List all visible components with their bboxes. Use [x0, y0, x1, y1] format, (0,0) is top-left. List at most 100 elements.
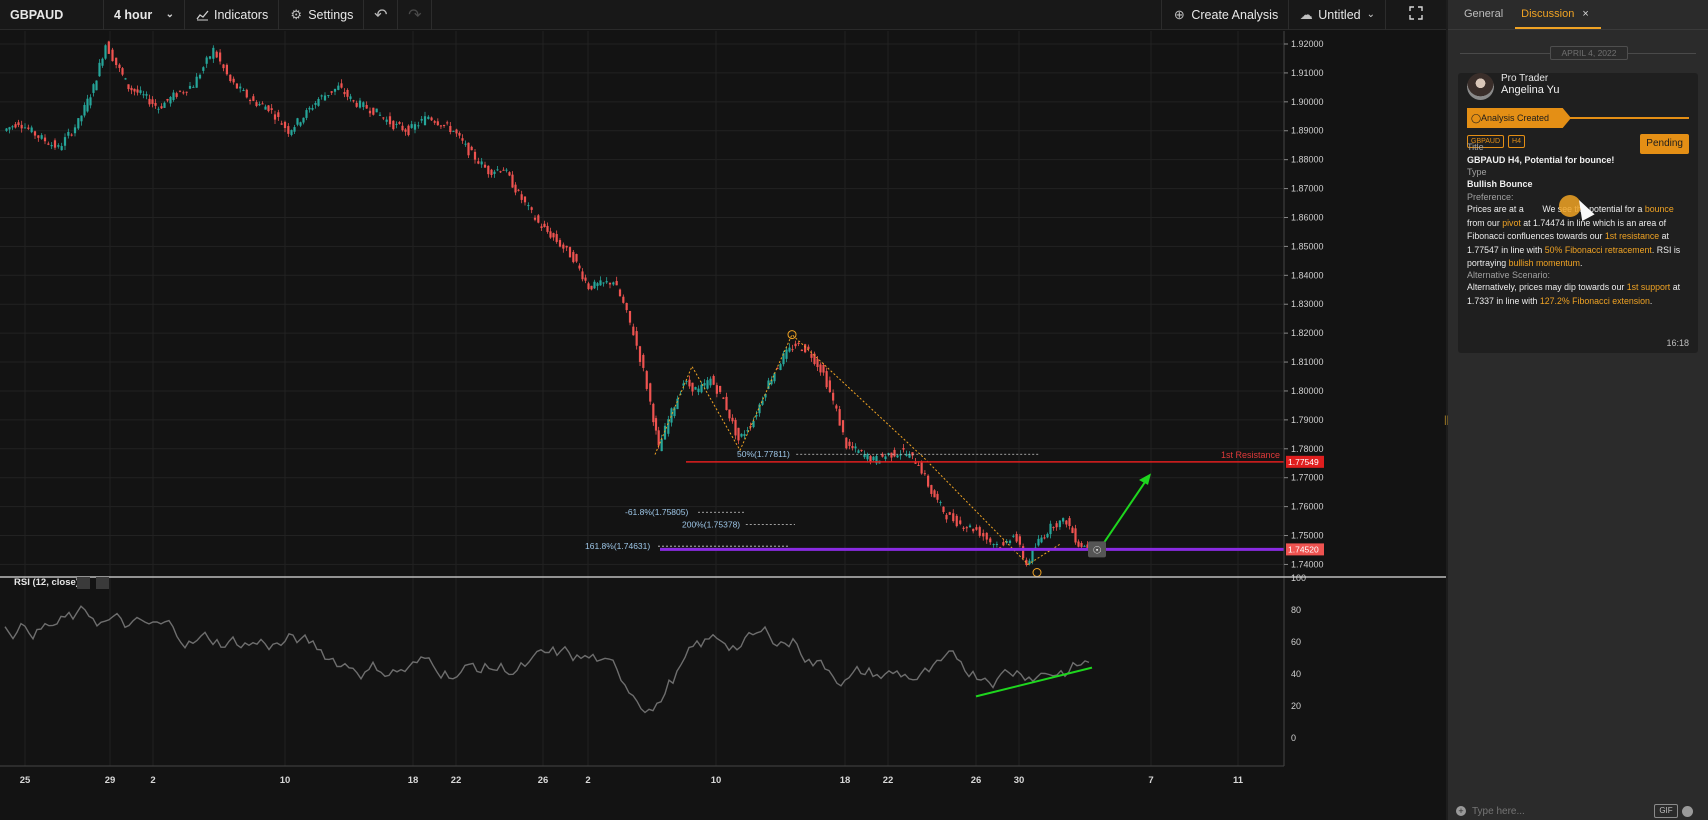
- candle-body: [520, 194, 523, 200]
- candle-body: [872, 456, 875, 461]
- candle-body: [1055, 523, 1058, 528]
- price-chart[interactable]: 1st Resistance 50%(1.77811) -61.8%(1.75805…: [0, 31, 1446, 820]
- candle-body: [794, 343, 797, 347]
- alt-scenario-text: Alternatively, prices may dip towards ou…: [1467, 282, 1681, 306]
- candle-body: [107, 41, 110, 54]
- symbol-selector[interactable]: GBPAUD: [0, 0, 104, 30]
- preference-label: Preference:: [1467, 192, 1514, 202]
- create-analysis-button[interactable]: ⊕ Create Analysis: [1162, 0, 1290, 30]
- indicators-button[interactable]: Indicators: [185, 0, 280, 30]
- message-time: 16:18: [1666, 338, 1689, 348]
- candle-body: [1012, 535, 1015, 537]
- candle-body: [270, 108, 273, 110]
- status-badge[interactable]: Pending: [1640, 134, 1689, 154]
- candle-body: [800, 349, 803, 351]
- candle-body: [375, 108, 378, 113]
- tab-discussion[interactable]: Discussion ×: [1515, 8, 1601, 29]
- close-icon[interactable]: ×: [1582, 8, 1588, 20]
- candle-body: [160, 106, 163, 109]
- candle-body: [832, 392, 835, 401]
- gif-button[interactable]: GIF: [1654, 804, 1678, 818]
- candle-body: [622, 296, 625, 303]
- candle-body: [23, 127, 27, 129]
- candle-body: [511, 174, 514, 188]
- date-tick-label: 22: [883, 775, 894, 786]
- candle-body: [917, 464, 920, 466]
- candle-body: [638, 346, 642, 362]
- candle-body: [700, 384, 703, 393]
- candle-body: [483, 164, 487, 168]
- candle-body: [618, 289, 622, 297]
- candle-body: [587, 283, 590, 290]
- candle-body: [420, 118, 423, 121]
- tab-general[interactable]: General: [1458, 8, 1515, 29]
- candle-body: [433, 121, 436, 123]
- candle-body: [890, 452, 893, 458]
- candle-body: [392, 120, 395, 130]
- add-icon[interactable]: +: [1456, 806, 1466, 816]
- candle-body: [860, 449, 863, 451]
- candle-body: [101, 58, 104, 66]
- candle-body: [902, 448, 905, 450]
- candle-body: [208, 56, 212, 59]
- candle-body: [151, 99, 154, 104]
- candle-body: [978, 527, 981, 536]
- candle-body: [60, 146, 63, 151]
- candle-body: [490, 169, 493, 175]
- fullscreen-icon: [1409, 6, 1423, 23]
- fullscreen-button[interactable]: [1386, 0, 1446, 30]
- candle-body: [40, 135, 43, 139]
- candle-body: [985, 532, 988, 540]
- candle-body: [676, 398, 679, 410]
- candle-body: [47, 143, 50, 145]
- undo-button[interactable]: ↶: [364, 0, 399, 30]
- avatar[interactable]: [1467, 73, 1494, 100]
- settings-label: Settings: [308, 7, 354, 22]
- emoji-icon[interactable]: [1682, 805, 1693, 817]
- candle-body: [788, 347, 791, 352]
- candle-body: [245, 89, 248, 98]
- title-label: Title: [1467, 142, 1484, 152]
- layout-selector[interactable]: ☁ Untitled ⌄: [1289, 0, 1386, 30]
- candle-body: [166, 99, 169, 101]
- candle-body: [311, 108, 314, 110]
- candle-body: [452, 130, 455, 132]
- price-tick-label: 1.78000: [1291, 444, 1324, 454]
- date-tick-label: 30: [1014, 775, 1025, 786]
- candle-body: [523, 196, 527, 203]
- candle-body: [92, 84, 95, 93]
- interval-label: 4 hour: [114, 7, 153, 22]
- candle-body: [869, 456, 872, 462]
- cloud-upload-icon: ☁: [1299, 6, 1313, 22]
- candle-body: [779, 364, 782, 370]
- candle-body: [555, 234, 558, 242]
- price-tick-label: 1.77000: [1291, 473, 1324, 483]
- chart-area[interactable]: 1st Resistance 50%(1.77811) -61.8%(1.75805…: [0, 31, 1446, 820]
- candle-body: [835, 405, 838, 409]
- candle-body: [302, 117, 305, 123]
- candle-body: [1052, 527, 1055, 529]
- date-tick-label: 10: [280, 775, 291, 786]
- candle-body: [989, 538, 992, 543]
- candle-body: [248, 99, 252, 101]
- indicators-icon: [195, 8, 209, 22]
- price-tick-label: 1.74000: [1291, 559, 1324, 569]
- candle-body: [410, 124, 413, 128]
- candle-body: [593, 281, 596, 289]
- analysis-created-bar: ◯ Analysis Created: [1467, 108, 1689, 128]
- lightbulb-icon: ☉: [1093, 545, 1102, 556]
- candle-body: [1037, 538, 1040, 546]
- interval-selector[interactable]: 4 hour ⌄: [104, 0, 185, 30]
- type-label: Type: [1467, 167, 1487, 177]
- candle-body: [368, 110, 372, 114]
- redo-button[interactable]: ↷: [398, 0, 433, 30]
- candle-body: [549, 231, 552, 238]
- chat-input[interactable]: [1472, 805, 1642, 817]
- candle-body: [198, 74, 202, 79]
- candle-body: [948, 512, 951, 515]
- settings-button[interactable]: ⚙ Settings: [279, 0, 365, 30]
- candle-body: [942, 506, 945, 512]
- candle-body: [287, 126, 290, 134]
- candle-body: [731, 417, 734, 422]
- candle-body: [37, 135, 40, 138]
